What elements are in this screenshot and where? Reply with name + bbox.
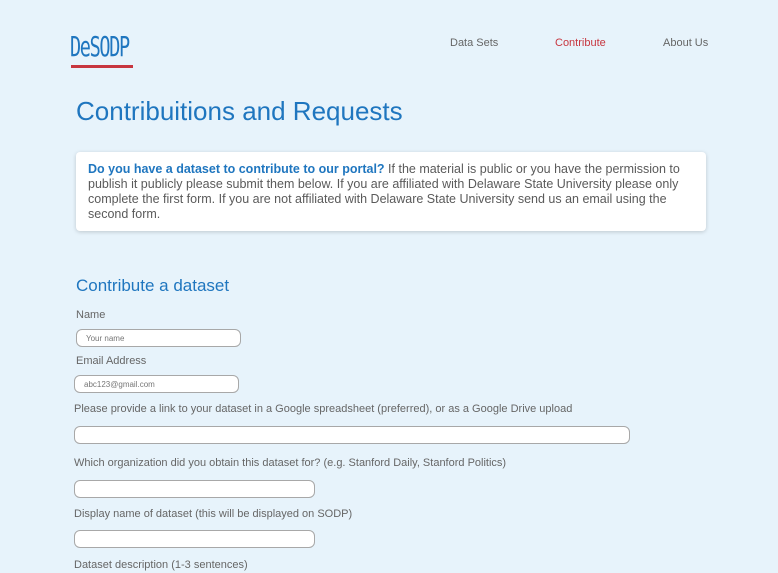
info-card-lead: Do you have a dataset to contribute to o…	[88, 162, 385, 176]
nav-contribute[interactable]: Contribute	[555, 37, 606, 49]
organization-input[interactable]	[74, 480, 315, 498]
logo-underline	[71, 65, 133, 68]
logo-text: DeSODP	[70, 30, 130, 63]
page-title: Contribuitions and Requests	[76, 96, 403, 126]
dataset-link-input[interactable]	[74, 426, 630, 444]
dataset-link-label: Please provide a link to your dataset in…	[74, 403, 573, 415]
display-name-input[interactable]	[74, 530, 315, 548]
site-logo[interactable]: DeSODP	[70, 31, 134, 69]
display-name-label: Display name of dataset (this will be di…	[74, 508, 353, 520]
email-input[interactable]	[74, 375, 239, 393]
email-label: Email Address	[76, 355, 147, 367]
organization-label: Which organization did you obtain this d…	[74, 457, 507, 469]
contribute-dataset-title: Contribute a dataset	[76, 276, 230, 295]
nav-about-us[interactable]: About Us	[663, 37, 708, 49]
name-label: Name	[76, 309, 106, 321]
description-label: Dataset description (1-3 sentences)	[74, 559, 248, 571]
name-input[interactable]	[76, 329, 241, 347]
nav-data-sets[interactable]: Data Sets	[450, 37, 498, 49]
contribution-info-card: Do you have a dataset to contribute to o…	[76, 152, 706, 231]
